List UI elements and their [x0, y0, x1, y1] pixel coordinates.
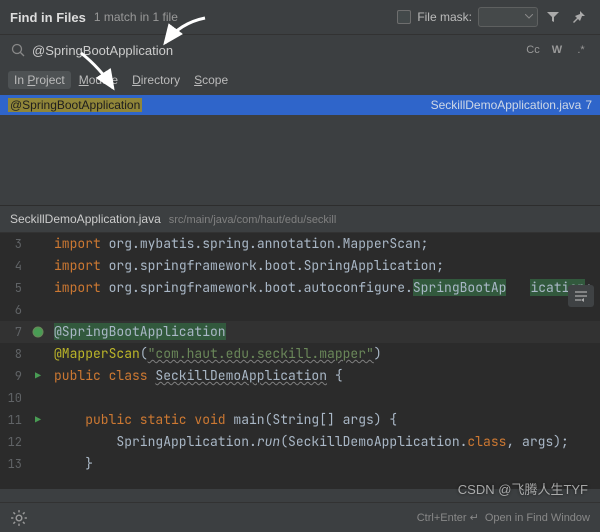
footer-hint: Ctrl+Enter ↵	[417, 511, 479, 524]
tab-directory[interactable]: Directory	[126, 71, 186, 89]
filter-icon[interactable]	[542, 6, 564, 28]
soft-wrap-icon[interactable]	[568, 285, 594, 307]
scope-tabs: In Project Module Directory Scope	[0, 67, 600, 95]
circle-icon	[28, 326, 48, 338]
match-case-toggle[interactable]: Cc	[522, 40, 544, 60]
watermark: CSDN @飞腾人生TYF	[458, 479, 588, 498]
dialog-footer: Ctrl+Enter ↵ Open in Find Window	[0, 502, 600, 532]
search-input[interactable]	[32, 39, 522, 61]
result-line-number: 7	[585, 98, 592, 112]
preview-header: SeckillDemoApplication.java src/main/jav…	[0, 205, 600, 233]
run-icon[interactable]: ▶	[28, 365, 48, 387]
result-row[interactable]: @SpringBootApplication SeckillDemoApplic…	[0, 95, 600, 115]
tab-module[interactable]: Module	[73, 71, 124, 89]
dialog-title: Find in Files	[10, 10, 86, 25]
results-empty-area	[0, 115, 600, 205]
chevron-down-icon	[525, 14, 533, 19]
tab-in-project[interactable]: In Project	[8, 71, 71, 89]
result-match-text: @SpringBootApplication	[8, 98, 142, 112]
preview-path: src/main/java/com/haut/edu/seckill	[169, 214, 337, 226]
filemask-label: File mask:	[417, 10, 472, 24]
run-icon[interactable]: ▶	[28, 409, 48, 431]
gear-icon[interactable]	[10, 509, 28, 527]
words-toggle[interactable]: W	[546, 40, 568, 60]
filemask-checkbox[interactable]	[397, 10, 411, 24]
search-row: Cc W .*	[0, 35, 600, 67]
dialog-header: Find in Files 1 match in 1 file File mas…	[0, 0, 600, 35]
result-filename: SeckillDemoApplication.java	[431, 98, 582, 112]
match-count: 1 match in 1 file	[94, 10, 178, 24]
footer-action[interactable]: Open in Find Window	[485, 512, 590, 524]
pin-icon[interactable]	[568, 6, 590, 28]
code-preview[interactable]: 3import org.mybatis.spring.annotation.Ma…	[0, 233, 600, 489]
preview-filename: SeckillDemoApplication.java	[10, 212, 161, 226]
regex-toggle[interactable]: .*	[570, 40, 592, 60]
search-icon	[8, 40, 28, 60]
tab-scope[interactable]: Scope	[188, 71, 234, 89]
filemask-input[interactable]	[478, 7, 538, 27]
